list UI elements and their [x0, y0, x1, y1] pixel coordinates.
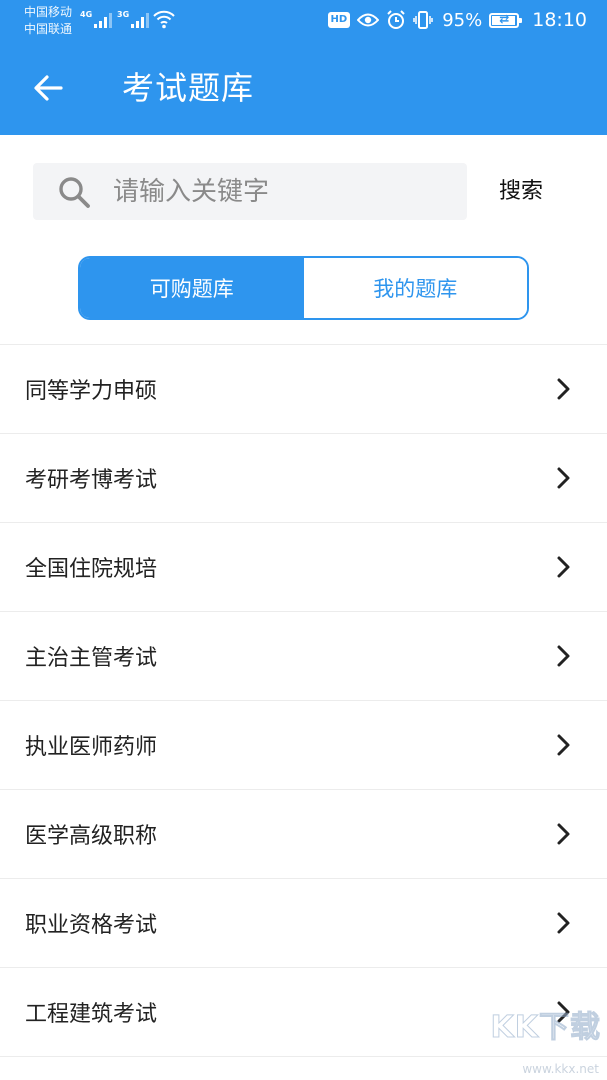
chevron-right-icon	[557, 645, 570, 667]
signal-icon: 3G	[117, 10, 150, 28]
list-item-label: 执业医师药师	[25, 735, 158, 760]
page-title: 考试题库	[122, 69, 255, 107]
header: 中国移动 中国联通 4G 3G HD 95% ⇄ 18:10 考试题库	[0, 0, 607, 135]
search-icon	[59, 176, 90, 208]
network-type-2: 3G	[117, 10, 130, 19]
list-item-label: 全国住院规培	[25, 557, 158, 582]
eye-icon	[357, 13, 380, 27]
chevron-right-icon	[557, 734, 570, 756]
battery-percent: 95%	[442, 9, 483, 31]
carrier-2: 中国联通	[24, 22, 73, 36]
bank-tabs: 可购题库 我的题库	[78, 256, 529, 320]
list-item-label: 同等学力申硕	[25, 379, 158, 404]
watermark-logo: KK下载	[490, 1010, 601, 1046]
chevron-right-icon	[557, 556, 570, 578]
list-item-label: 主治主管考试	[25, 646, 158, 671]
battery-icon: ⇄	[489, 12, 523, 28]
watermark: KK下载 www.kkx.net	[483, 1002, 601, 1077]
screen: 中国移动 中国联通 4G 3G HD 95% ⇄ 18:10 考试题库 请输入关…	[0, 0, 607, 1080]
list-item-label: 职业资格考试	[25, 913, 158, 938]
vibrate-icon	[413, 11, 433, 29]
tab-purchasable-banks[interactable]: 可购题库	[80, 258, 304, 318]
chevron-right-icon	[557, 467, 570, 489]
network-type-1: 4G	[80, 10, 93, 19]
carrier-1: 中国移动	[24, 5, 73, 19]
watermark-url: www.kkx.net	[522, 1062, 599, 1076]
list-item[interactable]: 医学高级职称	[0, 790, 607, 879]
chevron-right-icon	[557, 823, 570, 845]
chevron-right-icon	[557, 378, 570, 400]
list-item[interactable]: 主治主管考试	[0, 612, 607, 701]
search-input[interactable]	[113, 176, 433, 207]
hd-badge: HD	[327, 12, 351, 28]
chevron-right-icon	[557, 912, 570, 934]
search-button[interactable]: 搜索	[488, 172, 554, 212]
status-right: HD 95% ⇄ 18:10	[327, 8, 587, 32]
status-bar: 中国移动 中国联通 4G 3G HD 95% ⇄ 18:10	[0, 0, 607, 44]
list-item-label: 考研考博考试	[25, 468, 158, 493]
app-bar: 考试题库	[0, 44, 607, 135]
arrow-left-icon	[34, 75, 63, 101]
back-button[interactable]	[28, 68, 68, 108]
clock: 18:10	[532, 9, 587, 31]
list-item[interactable]: 职业资格考试	[0, 879, 607, 968]
category-list: 同等学力申硕 考研考博考试 全国住院规培 主治主管考试 执业医师药师 医学高级职…	[0, 344, 607, 1057]
list-item[interactable]: 同等学力申硕	[0, 345, 607, 434]
list-item[interactable]: 全国住院规培	[0, 523, 607, 612]
carrier-labels: 中国移动 中国联通	[24, 4, 72, 38]
tab-my-banks[interactable]: 我的题库	[303, 258, 527, 318]
list-item-label: 医学高级职称	[25, 824, 158, 849]
list-item[interactable]: 考研考博考试	[0, 434, 607, 523]
list-item-label: 工程建筑考试	[25, 1002, 158, 1027]
search-box	[33, 163, 467, 220]
wifi-icon	[153, 10, 175, 29]
signal-icon: 4G	[80, 10, 113, 28]
list-item[interactable]: 执业医师药师	[0, 701, 607, 790]
alarm-icon	[387, 10, 405, 29]
